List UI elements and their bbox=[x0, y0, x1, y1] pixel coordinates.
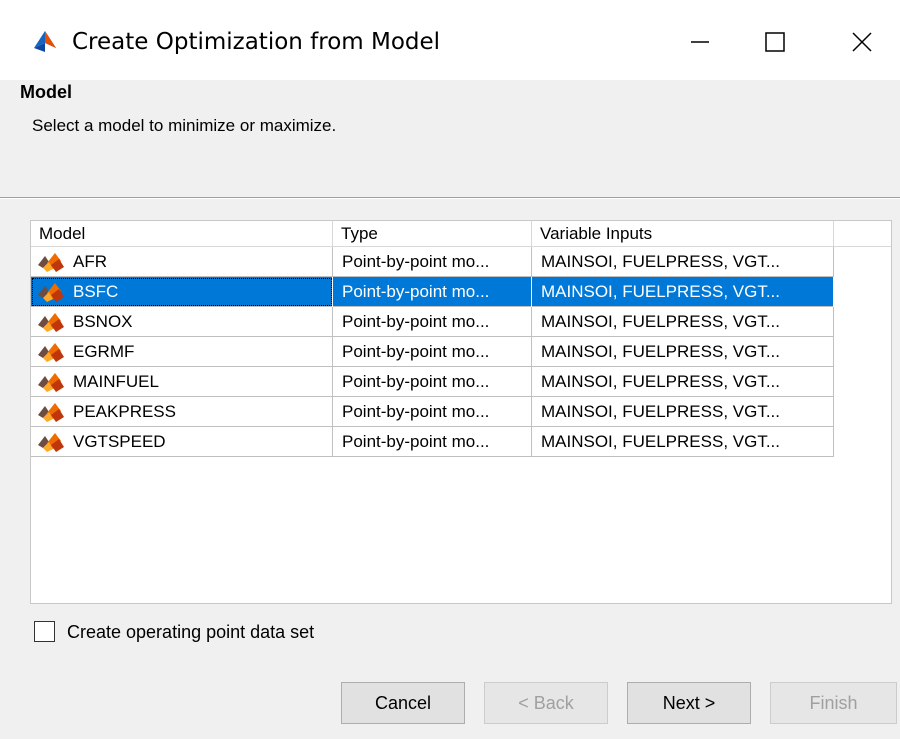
cell-variable-inputs: MAINSOI, FUELPRESS, VGT... bbox=[532, 397, 834, 427]
cell-variable-inputs: MAINSOI, FUELPRESS, VGT... bbox=[532, 307, 834, 337]
table-row[interactable]: BSFC Point-by-point mo... MAINSOI, FUELPRE… bbox=[31, 277, 834, 307]
cell-model: MAINFUEL bbox=[31, 367, 333, 397]
model-icon bbox=[38, 403, 64, 422]
cell-variable-inputs: MAINSOI, FUELPRESS, VGT... bbox=[532, 427, 834, 457]
table-row[interactable]: BSNOX Point-by-point mo... MAINSOI, FUELPR… bbox=[31, 307, 834, 337]
model-name: MAINFUEL bbox=[73, 372, 159, 391]
cell-model: BSFC bbox=[31, 277, 333, 307]
table-row[interactable]: MAINFUEL Point-by-point mo... MAINSOI, FUE… bbox=[31, 367, 834, 397]
back-button[interactable]: < Back bbox=[484, 682, 608, 724]
model-icon bbox=[38, 433, 64, 452]
cell-type: Point-by-point mo... bbox=[333, 247, 532, 277]
table-row[interactable]: VGTSPEED Point-by-point mo... MAINSOI, FUE… bbox=[31, 427, 834, 457]
cell-variable-inputs: MAINSOI, FUELPRESS, VGT... bbox=[532, 247, 834, 277]
maximize-button[interactable] bbox=[755, 22, 795, 62]
column-header-model[interactable]: Model bbox=[31, 221, 333, 247]
cell-model: PEAKPRESS bbox=[31, 397, 333, 427]
table-row[interactable]: PEAKPRESS Point-by-point mo... MAINSOI, FU… bbox=[31, 397, 834, 427]
cell-type: Point-by-point mo... bbox=[333, 397, 532, 427]
model-name: PEAKPRESS bbox=[73, 402, 176, 421]
create-operating-point-checkbox[interactable] bbox=[34, 621, 55, 642]
create-operating-point-label: Create operating point data set bbox=[67, 622, 315, 642]
window-title: Create Optimization from Model bbox=[72, 29, 441, 55]
cell-type: Point-by-point mo... bbox=[333, 427, 532, 457]
model-name: BSNOX bbox=[73, 312, 133, 331]
model-icon bbox=[38, 373, 64, 392]
close-button[interactable] bbox=[842, 22, 882, 62]
column-header-variable-inputs[interactable]: Variable Inputs bbox=[532, 221, 834, 247]
cell-model: EGRMF bbox=[31, 337, 333, 367]
section-heading: Model bbox=[20, 82, 72, 102]
cell-variable-inputs: MAINSOI, FUELPRESS, VGT... bbox=[532, 277, 834, 307]
column-header-type[interactable]: Type bbox=[333, 221, 532, 247]
matlab-icon bbox=[34, 31, 56, 52]
next-button[interactable]: Next > bbox=[627, 682, 751, 724]
cell-type: Point-by-point mo... bbox=[333, 367, 532, 397]
model-icon bbox=[38, 313, 64, 332]
minimize-button[interactable] bbox=[680, 22, 720, 62]
model-icon bbox=[38, 253, 64, 272]
table-header: Model Type Variable Inputs bbox=[31, 221, 891, 247]
cell-model: VGTSPEED bbox=[31, 427, 333, 457]
model-name: BSFC bbox=[73, 282, 119, 301]
cancel-button[interactable]: Cancel bbox=[341, 682, 465, 724]
finish-button[interactable]: Finish bbox=[770, 682, 897, 724]
model-name: EGRMF bbox=[73, 342, 135, 361]
table-row[interactable]: EGRMF Point-by-point mo... MAINSOI, FUELPR… bbox=[31, 337, 834, 367]
model-icon bbox=[38, 343, 64, 362]
cell-model: BSNOX bbox=[31, 307, 333, 337]
cell-type: Point-by-point mo... bbox=[333, 307, 532, 337]
cell-type: Point-by-point mo... bbox=[333, 337, 532, 367]
model-name: VGTSPEED bbox=[73, 432, 166, 451]
model-table[interactable]: Model Type Variable Inputs AFR Point-by-p… bbox=[30, 220, 892, 604]
section-description: Select a model to minimize or maximize. bbox=[32, 116, 337, 135]
cell-model: AFR bbox=[31, 247, 333, 277]
cell-type: Point-by-point mo... bbox=[333, 277, 532, 307]
cell-variable-inputs: MAINSOI, FUELPRESS, VGT... bbox=[532, 337, 834, 367]
table-row[interactable]: AFR Point-by-point mo... MAINSOI, FUELPRES… bbox=[31, 247, 834, 277]
model-name: AFR bbox=[73, 252, 107, 271]
header-divider bbox=[0, 197, 900, 199]
model-icon bbox=[38, 283, 64, 302]
title-bar: Create Optimization from Model bbox=[0, 0, 900, 80]
cell-variable-inputs: MAINSOI, FUELPRESS, VGT... bbox=[532, 367, 834, 397]
